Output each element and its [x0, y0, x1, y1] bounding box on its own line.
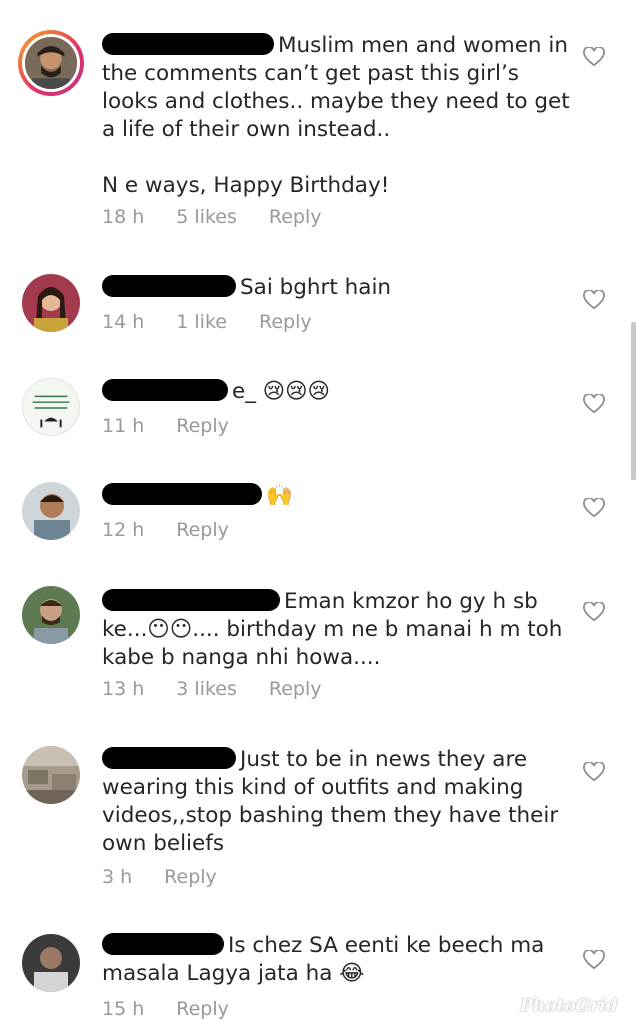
comment-text: 🙌: [102, 482, 572, 510]
comment-time: 15 h: [102, 998, 145, 1020]
heart-icon[interactable]: [583, 497, 605, 518]
heart-icon[interactable]: [583, 949, 605, 970]
comment-time: 14 h: [102, 311, 145, 333]
heart-icon[interactable]: [583, 289, 605, 310]
heart-icon[interactable]: [583, 46, 605, 67]
comment-meta: 18 h 5 likes Reply: [102, 206, 354, 228]
heart-icon[interactable]: [583, 761, 605, 782]
reply-button[interactable]: Reply: [176, 998, 229, 1020]
avatar[interactable]: [22, 378, 80, 436]
comment-likes[interactable]: 1 like: [176, 311, 227, 333]
avatar[interactable]: [22, 586, 80, 644]
comment-meta: 13 h 3 likes Reply: [102, 678, 354, 700]
comment-meta: 3 h Reply: [102, 866, 249, 888]
comment-text: Is chez SA eenti ke beech ma masala Lagy…: [102, 933, 552, 986]
comment-text: Eman kmzor ho gy h sb ke...😶😶.... birthd…: [102, 589, 570, 670]
comment-likes[interactable]: 3 likes: [176, 678, 237, 700]
comment-meta: 15 h Reply: [102, 998, 261, 1020]
redacted-username: [102, 933, 224, 955]
comment-text: Just to be in news they are wearing this…: [102, 747, 566, 856]
avatar[interactable]: [18, 30, 84, 96]
comment-time: 11 h: [102, 415, 145, 437]
reply-button[interactable]: Reply: [269, 678, 322, 700]
comment-time: 13 h: [102, 678, 145, 700]
heart-icon[interactable]: [583, 601, 605, 622]
redacted-username: [102, 747, 236, 769]
comment-text: Sai bghrt hain: [102, 274, 572, 302]
redacted-username: [102, 379, 228, 401]
comment-meta: 12 h Reply: [102, 519, 261, 541]
reply-button[interactable]: Reply: [164, 866, 217, 888]
avatar[interactable]: [22, 482, 80, 540]
redacted-username: [102, 275, 236, 297]
redacted-username: [102, 589, 280, 611]
comment-likes[interactable]: 5 likes: [176, 206, 237, 228]
watermark-logo: PhotoGrid: [520, 996, 618, 1016]
comment-text: e_ 😢😢😢: [102, 378, 572, 406]
scrollbar[interactable]: [631, 322, 636, 480]
comment-meta: 11 h Reply: [102, 415, 261, 437]
comment-time: 18 h: [102, 206, 145, 228]
reply-button[interactable]: Reply: [176, 519, 229, 541]
reply-button[interactable]: Reply: [176, 415, 229, 437]
comment-time: 12 h: [102, 519, 145, 541]
comment-text: Muslim men and women in the comments can…: [102, 33, 570, 198]
redacted-username: [102, 33, 274, 55]
reply-button[interactable]: Reply: [259, 311, 312, 333]
heart-icon[interactable]: [583, 393, 605, 414]
comment-time: 3 h: [102, 866, 133, 888]
comment-meta: 14 h 1 like Reply: [102, 311, 344, 333]
avatar[interactable]: [22, 746, 80, 804]
redacted-username: [102, 483, 262, 505]
avatar[interactable]: [22, 274, 80, 332]
avatar[interactable]: [22, 934, 80, 992]
reply-button[interactable]: Reply: [269, 206, 322, 228]
